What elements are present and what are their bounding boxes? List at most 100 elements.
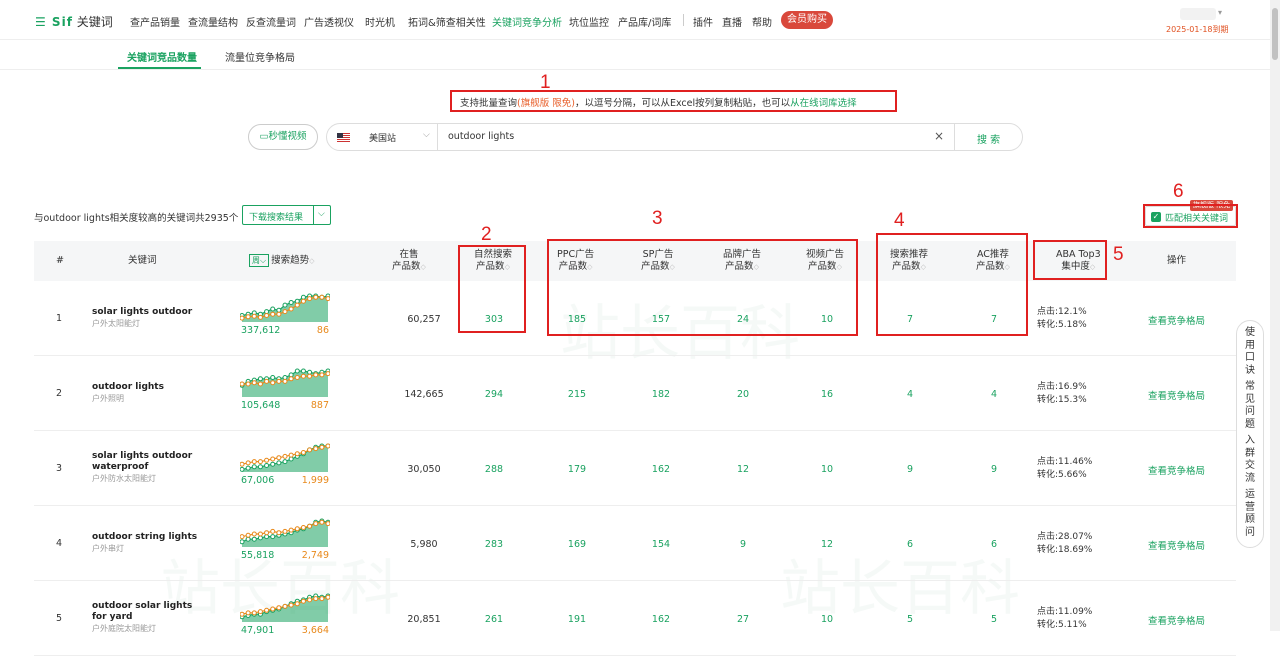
sidebar-char[interactable]: 题: [1237, 419, 1263, 432]
keyword-cell[interactable]: solar lights outdoor 户外太阳能灯: [92, 307, 202, 330]
scrollbar-thumb[interactable]: [1272, 8, 1278, 60]
marketplace-select[interactable]: 美国站: [369, 131, 396, 144]
view-competition-link[interactable]: 查看竞争格局: [1148, 388, 1205, 402]
tab-traffic-position[interactable]: 流量位竞争格局: [225, 49, 295, 64]
hint-middle: ，以逗号分隔，可以从Excel按列复制粘贴，也可以: [574, 98, 791, 109]
video-count: 10: [820, 614, 834, 625]
rank-trend-point: [319, 294, 325, 300]
sidebar-char[interactable]: 问: [1237, 527, 1263, 540]
annotation-box-5: [1033, 240, 1107, 280]
scrollbar[interactable]: [1270, 0, 1280, 631]
sidebar-char[interactable]: 用: [1237, 340, 1263, 353]
sidebar-char[interactable]: 运: [1237, 489, 1263, 502]
sidebar-char[interactable]: 诀: [1237, 365, 1263, 378]
chevron-down-icon[interactable]: ▾: [1218, 8, 1222, 17]
vip-purchase-button[interactable]: 会员购买: [781, 11, 833, 29]
rank-trend-point: [257, 459, 263, 465]
keyword-text[interactable]: solar lights outdoor waterproof: [92, 451, 192, 472]
trend-sparkline[interactable]: [240, 293, 330, 325]
nav-item[interactable]: 查产品销量: [130, 14, 180, 29]
keyword-cell[interactable]: solar lights outdoor waterproof 户外防水太阳能灯: [92, 451, 202, 485]
nav-item[interactable]: 产品库/词库: [618, 14, 671, 29]
view-competition-link[interactable]: 查看竞争格局: [1148, 538, 1205, 552]
rank-trend-point: [264, 607, 270, 613]
search-trend-point: [240, 539, 245, 545]
logo[interactable]: ☰ Sif 关键词: [35, 13, 113, 30]
period-select[interactable]: 周⌵: [249, 254, 270, 267]
online-library-link[interactable]: 从在线词库选择: [790, 98, 857, 109]
trend-sparkline[interactable]: [240, 443, 330, 475]
table-row: 2 outdoor lights 户外照明 105,648 887 142,665 294 2…: [34, 356, 1236, 431]
annotation-label-3: 3: [652, 208, 663, 229]
nav-item[interactable]: 插件: [693, 14, 713, 29]
trend-sparkline[interactable]: [240, 593, 330, 625]
keyword-text[interactable]: outdoor solar lights for yard: [92, 601, 192, 622]
nav-item[interactable]: 时光机: [365, 14, 395, 29]
rank-trend-point: [313, 446, 319, 452]
rank-trend-point: [245, 532, 251, 538]
ac-count: 4: [990, 389, 998, 400]
sidebar-char[interactable]: 营: [1237, 502, 1263, 515]
tab-keyword-competitors[interactable]: 关键词竞品数量: [127, 49, 197, 64]
rank-trend-point: [257, 381, 263, 387]
organic-count: 283: [484, 539, 504, 550]
sidebar-char[interactable]: 口: [1237, 352, 1263, 365]
sidebar-char[interactable]: 交: [1237, 460, 1263, 473]
sidebar-char[interactable]: 见: [1237, 394, 1263, 407]
keyword-text[interactable]: outdoor lights: [92, 382, 164, 392]
keyword-cell[interactable]: outdoor string lights 户外串灯: [92, 532, 202, 555]
view-competition-link[interactable]: 查看竞争格局: [1148, 463, 1205, 477]
search-button[interactable]: 搜 索: [977, 131, 1000, 146]
sidebar-char[interactable]: 使: [1237, 327, 1263, 340]
video-tutorial-button[interactable]: ▭秒懂视频: [248, 124, 318, 150]
trend-sparkline[interactable]: [240, 518, 330, 550]
nav-item[interactable]: 反查流量词: [246, 14, 296, 29]
trend-sparkline[interactable]: [240, 368, 330, 400]
rank-trend-point: [240, 611, 245, 617]
search-trend-point: [251, 464, 257, 470]
aba-concentration: 点击:28.07% 转化:18.69%: [1037, 531, 1092, 557]
download-results-button[interactable]: 下载搜索结果 ⌵: [242, 205, 331, 225]
chevron-down-icon[interactable]: ⌵: [423, 130, 430, 140]
aba-concentration: 点击:16.9% 转化:15.3%: [1037, 381, 1087, 407]
nav-item[interactable]: 查流量结构: [188, 14, 238, 29]
avatar[interactable]: [1180, 8, 1216, 20]
view-competition-link[interactable]: 查看竞争格局: [1148, 613, 1205, 627]
row-index: 1: [56, 313, 63, 324]
chevron-down-icon[interactable]: ⌵: [318, 209, 325, 219]
col-on-sale[interactable]: 在售 产品数◇: [392, 249, 426, 273]
sidebar-char[interactable]: 入: [1237, 435, 1263, 448]
nav-item[interactable]: 拓词&筛查相关性: [408, 14, 486, 29]
sidebar-char[interactable]: 问: [1237, 406, 1263, 419]
sidebar-char[interactable]: 群: [1237, 448, 1263, 461]
keyword-text[interactable]: solar lights outdoor: [92, 307, 192, 317]
nav-item[interactable]: 帮助: [752, 14, 772, 29]
sidebar-char[interactable]: 流: [1237, 473, 1263, 486]
keyword-cell[interactable]: outdoor lights 户外照明: [92, 382, 202, 405]
keyword-cell[interactable]: outdoor solar lights for yard 户外庭院太阳能灯: [92, 601, 202, 635]
keyword-translation: 户外串灯: [92, 544, 124, 553]
on_sale-count: 30,050: [407, 464, 441, 475]
help-sidebar[interactable]: 使用口诀常见问题入群交流运营顾问: [1236, 320, 1264, 548]
organic-count: 288: [484, 464, 504, 475]
clear-icon[interactable]: ×: [934, 129, 944, 143]
col-trend[interactable]: 周⌵ 搜索趋势◇: [249, 254, 314, 267]
nav-item-active[interactable]: 关键词竞争分析: [492, 14, 562, 29]
nav-item[interactable]: 坑位监控: [569, 14, 609, 29]
result-count: 与outdoor lights相关度较高的关键词共2935个: [34, 213, 239, 224]
annotation-box-4: [876, 233, 1028, 336]
search-input[interactable]: [448, 131, 918, 142]
rank-trend-point: [245, 610, 251, 616]
sidebar-char[interactable]: 常: [1237, 381, 1263, 394]
expire-date: 2025-01-18到期: [1166, 25, 1229, 34]
conversion-share: 转化:15.3%: [1037, 395, 1087, 405]
nav-item[interactable]: 直播: [722, 14, 742, 29]
sidebar-char[interactable]: 顾: [1237, 514, 1263, 527]
sp-count: 162: [651, 464, 671, 475]
keyword-text[interactable]: outdoor string lights: [92, 532, 197, 542]
nav-item[interactable]: 广告透视仪: [304, 14, 354, 29]
search-rank: 1,999: [301, 475, 329, 486]
ac-count: 9: [990, 464, 998, 475]
search-bar: 美国站 ⌵ × 搜 索: [326, 123, 1023, 151]
view-competition-link[interactable]: 查看竞争格局: [1148, 313, 1205, 327]
